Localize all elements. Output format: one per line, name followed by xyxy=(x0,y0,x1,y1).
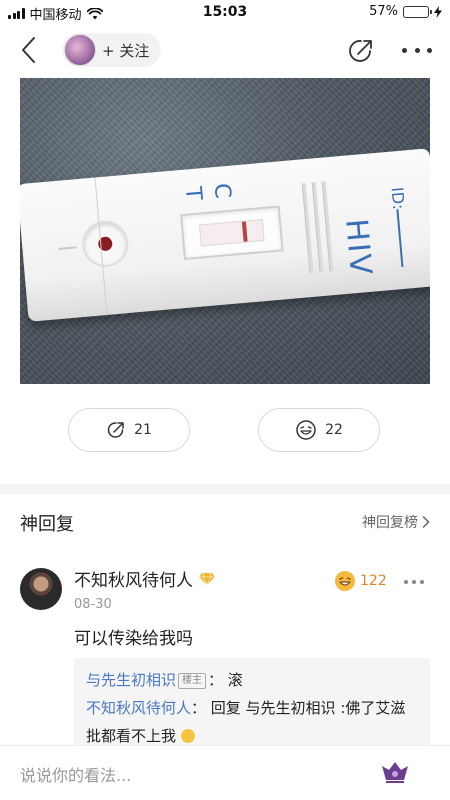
strip-label-id: ID: xyxy=(387,186,409,211)
back-button[interactable] xyxy=(14,34,46,66)
author-chip[interactable]: + 关注 xyxy=(62,33,162,67)
share-button[interactable] xyxy=(346,36,376,66)
owner-tag: 楼主 xyxy=(178,673,207,689)
strip-label-hiv: HIV xyxy=(338,217,379,279)
share-count-button[interactable]: 21 xyxy=(68,408,190,452)
reply-item[interactable]: 与先生初相识 楼主： 滚 xyxy=(86,666,418,694)
comment-input[interactable]: 说说你的看法... xyxy=(20,762,131,786)
comment-like-count: 122 xyxy=(360,573,387,589)
emoji-icon xyxy=(180,729,195,743)
like-count: 22 xyxy=(325,422,343,438)
section-divider xyxy=(0,484,450,494)
hot-replies-ranking-label: 神回复榜 xyxy=(362,515,418,531)
share-icon xyxy=(107,422,124,438)
watermark-logo-icon xyxy=(382,762,408,783)
more-dot-icon xyxy=(402,47,407,53)
commenter-name[interactable]: 不知秋风待何人 xyxy=(74,566,193,591)
more-options-button[interactable] xyxy=(402,40,432,60)
charging-bolt-icon xyxy=(434,5,442,18)
chevron-left-icon xyxy=(22,37,35,63)
comment-like-button[interactable]: 122 xyxy=(334,570,387,592)
reply-thread[interactable]: 与先生初相识 楼主： 滚 不知秋风待何人： 回复 与先生初相识 :佛了艾滋批都看不… xyxy=(74,658,430,748)
battery-icon xyxy=(403,5,432,18)
comment-timestamp: 08-30 xyxy=(74,597,112,612)
like-count-button[interactable]: 22 xyxy=(258,408,380,452)
diamond-badge-icon xyxy=(199,572,215,586)
comment-text[interactable]: 可以传染给我吗 xyxy=(74,624,193,649)
more-dot-icon xyxy=(404,580,408,584)
result-window xyxy=(179,205,284,261)
status-right: 57% xyxy=(369,4,442,19)
sample-well xyxy=(80,218,131,269)
post-photo[interactable]: C T HIV ID: xyxy=(20,78,430,384)
comment-more-button[interactable] xyxy=(404,580,424,584)
laughing-face-icon xyxy=(296,420,316,440)
commenter-name-row[interactable]: 不知秋风待何人 xyxy=(74,566,215,591)
share-icon xyxy=(349,40,372,62)
nav-bar: + 关注 xyxy=(0,26,450,74)
laughing-face-icon xyxy=(335,571,355,591)
section-title: 神回复 xyxy=(20,514,74,535)
reply-author[interactable]: 不知秋风待何人 xyxy=(86,699,191,717)
control-line xyxy=(241,221,248,242)
share-count: 21 xyxy=(134,422,152,438)
strip-label-c: C xyxy=(208,182,235,200)
follow-button[interactable]: + 关注 xyxy=(102,40,149,61)
chevron-right-icon xyxy=(422,516,430,528)
status-bar: 中国移动 15:03 57% xyxy=(0,0,450,24)
hiv-test-strip: C T HIV ID: xyxy=(20,148,430,322)
reply-text: ： 滚 xyxy=(208,671,243,689)
comment-composer-bar: 说说你的看法... xyxy=(0,745,450,800)
author-avatar[interactable] xyxy=(64,34,96,66)
reply-author[interactable]: 与先生初相识 xyxy=(86,671,176,689)
strip-label-t: T xyxy=(179,185,207,202)
battery-percent: 57% xyxy=(369,4,398,19)
commenter-avatar[interactable] xyxy=(20,568,62,610)
hot-replies-ranking-link[interactable]: 神回复榜 xyxy=(362,512,430,532)
reply-item[interactable]: 不知秋风待何人： 回复 与先生初相识 :佛了艾滋批都看不上我 xyxy=(86,694,418,750)
